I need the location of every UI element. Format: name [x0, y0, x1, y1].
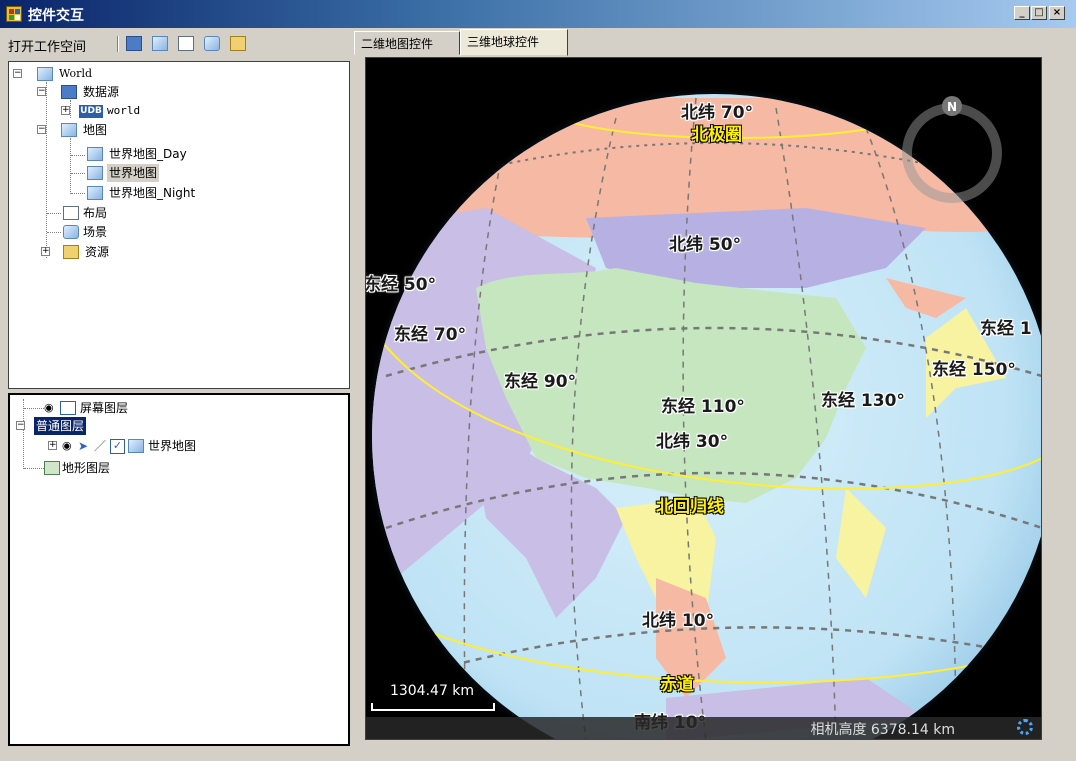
collapse-icon[interactable]: − [13, 69, 22, 78]
datasource-icon[interactable] [126, 36, 142, 51]
open-workspace-button[interactable]: 打开工作空间 [8, 36, 86, 55]
map-icon [128, 439, 144, 453]
lat30-label: 北纬 30° [656, 432, 729, 452]
tree-label: 世界地图_Night [109, 186, 196, 200]
lon170-label: 东经 1 [980, 319, 1032, 339]
edit-pen-icon[interactable]: ／ [94, 437, 106, 455]
map-icon [87, 186, 103, 200]
scene-icon[interactable] [204, 36, 220, 51]
eye-icon[interactable]: ◉ [62, 437, 72, 455]
layer-tree-panel: ◉ 屏幕图层 − 普通图层 + ◉ ➤ ／ ✓ 世界地图 地形图层 [8, 393, 350, 746]
udb-icon: UDB [79, 105, 103, 118]
minimize-button[interactable]: _ [1014, 6, 1030, 20]
app-icon [6, 6, 22, 22]
collapse-icon[interactable]: − [37, 87, 46, 96]
globe-status-bar: 相机高度 6378.14 km [366, 717, 1041, 739]
scale-bar: 1304.47 km [371, 683, 495, 711]
lon150-label: 东经 150° [932, 360, 1016, 380]
tree-label: 普通图层 [34, 417, 87, 435]
resource-folder-icon[interactable] [230, 36, 246, 51]
map-icon [61, 123, 77, 137]
datasource-icon [61, 85, 77, 99]
folder-icon [63, 245, 79, 259]
globe-viewport[interactable]: N 北纬 70° 北极圈 北纬 50° 东经 50° 东经 70° 东经 90°… [365, 57, 1042, 740]
title-bar: 控件交互 _ □ × [0, 0, 1076, 28]
tropic-of-cancer-label: 北回归线 [656, 497, 724, 517]
tree-label: 世界地图 [107, 164, 160, 182]
collapse-icon[interactable]: − [37, 125, 46, 134]
workspace-tree-panel: − World − 数据源 + UDB world − 地图 世界地图_Day … [8, 61, 350, 389]
lon50-label: 东经 50° [365, 275, 437, 295]
tree-label: World [59, 67, 92, 80]
tab-2d-map[interactable]: 二维地图控件 [354, 31, 460, 55]
layout-icon [63, 206, 79, 220]
arctic-circle-label: 北极圈 [691, 125, 742, 145]
map-icon [87, 147, 103, 161]
tree-label: 屏幕图层 [80, 401, 129, 415]
camera-height-label: 相机高度 6378.14 km [810, 722, 955, 738]
tab-3d-globe[interactable]: 三维地球控件 [460, 29, 568, 56]
expand-icon[interactable]: + [41, 247, 50, 256]
lat50-label: 北纬 50° [669, 235, 742, 255]
workspace-icon [37, 67, 53, 81]
tree-label: 世界地图_Day [109, 147, 187, 161]
tree-label: world [107, 104, 141, 117]
scale-bar-line [371, 703, 495, 711]
scene-icon [63, 225, 79, 239]
toolbar: 打开工作空间 [4, 30, 350, 58]
expand-icon[interactable]: + [61, 106, 70, 115]
scale-bar-label: 1304.47 km [389, 683, 475, 699]
snap-checkbox-icon[interactable]: ✓ [110, 439, 125, 454]
tree-label: 资源 [85, 245, 110, 259]
tree-label: 场景 [83, 225, 108, 239]
toolbar-separator [117, 36, 119, 52]
tree-label: 数据源 [83, 85, 120, 99]
close-button[interactable]: × [1049, 6, 1065, 20]
lon110-label: 东经 110° [661, 397, 745, 417]
layout-icon[interactable] [178, 36, 194, 51]
tree-label: 世界地图 [148, 439, 197, 453]
tree-label: 地形图层 [62, 461, 111, 475]
loading-spinner-icon [1017, 719, 1033, 735]
layer-group-icon [60, 401, 76, 415]
maximize-button[interactable]: □ [1031, 6, 1047, 20]
collapse-icon[interactable]: − [16, 421, 25, 430]
window-title: 控件交互 [28, 8, 84, 24]
tree-label: 地图 [83, 123, 108, 137]
tree-label: 布局 [83, 206, 108, 220]
expand-icon[interactable]: + [48, 441, 57, 450]
select-arrow-icon[interactable]: ➤ [78, 437, 88, 455]
eye-icon[interactable]: ◉ [44, 399, 54, 417]
lon90-label: 东经 90° [504, 372, 577, 392]
equator-label: 赤道 [660, 675, 694, 695]
map-icon[interactable] [152, 36, 168, 51]
lon70-label: 东经 70° [394, 325, 467, 345]
terrain-icon [44, 461, 60, 475]
compass-north-label: N [947, 100, 957, 114]
map-icon [87, 166, 103, 180]
lat10-label: 北纬 10° [642, 611, 715, 631]
lon130-label: 东经 130° [821, 391, 905, 411]
